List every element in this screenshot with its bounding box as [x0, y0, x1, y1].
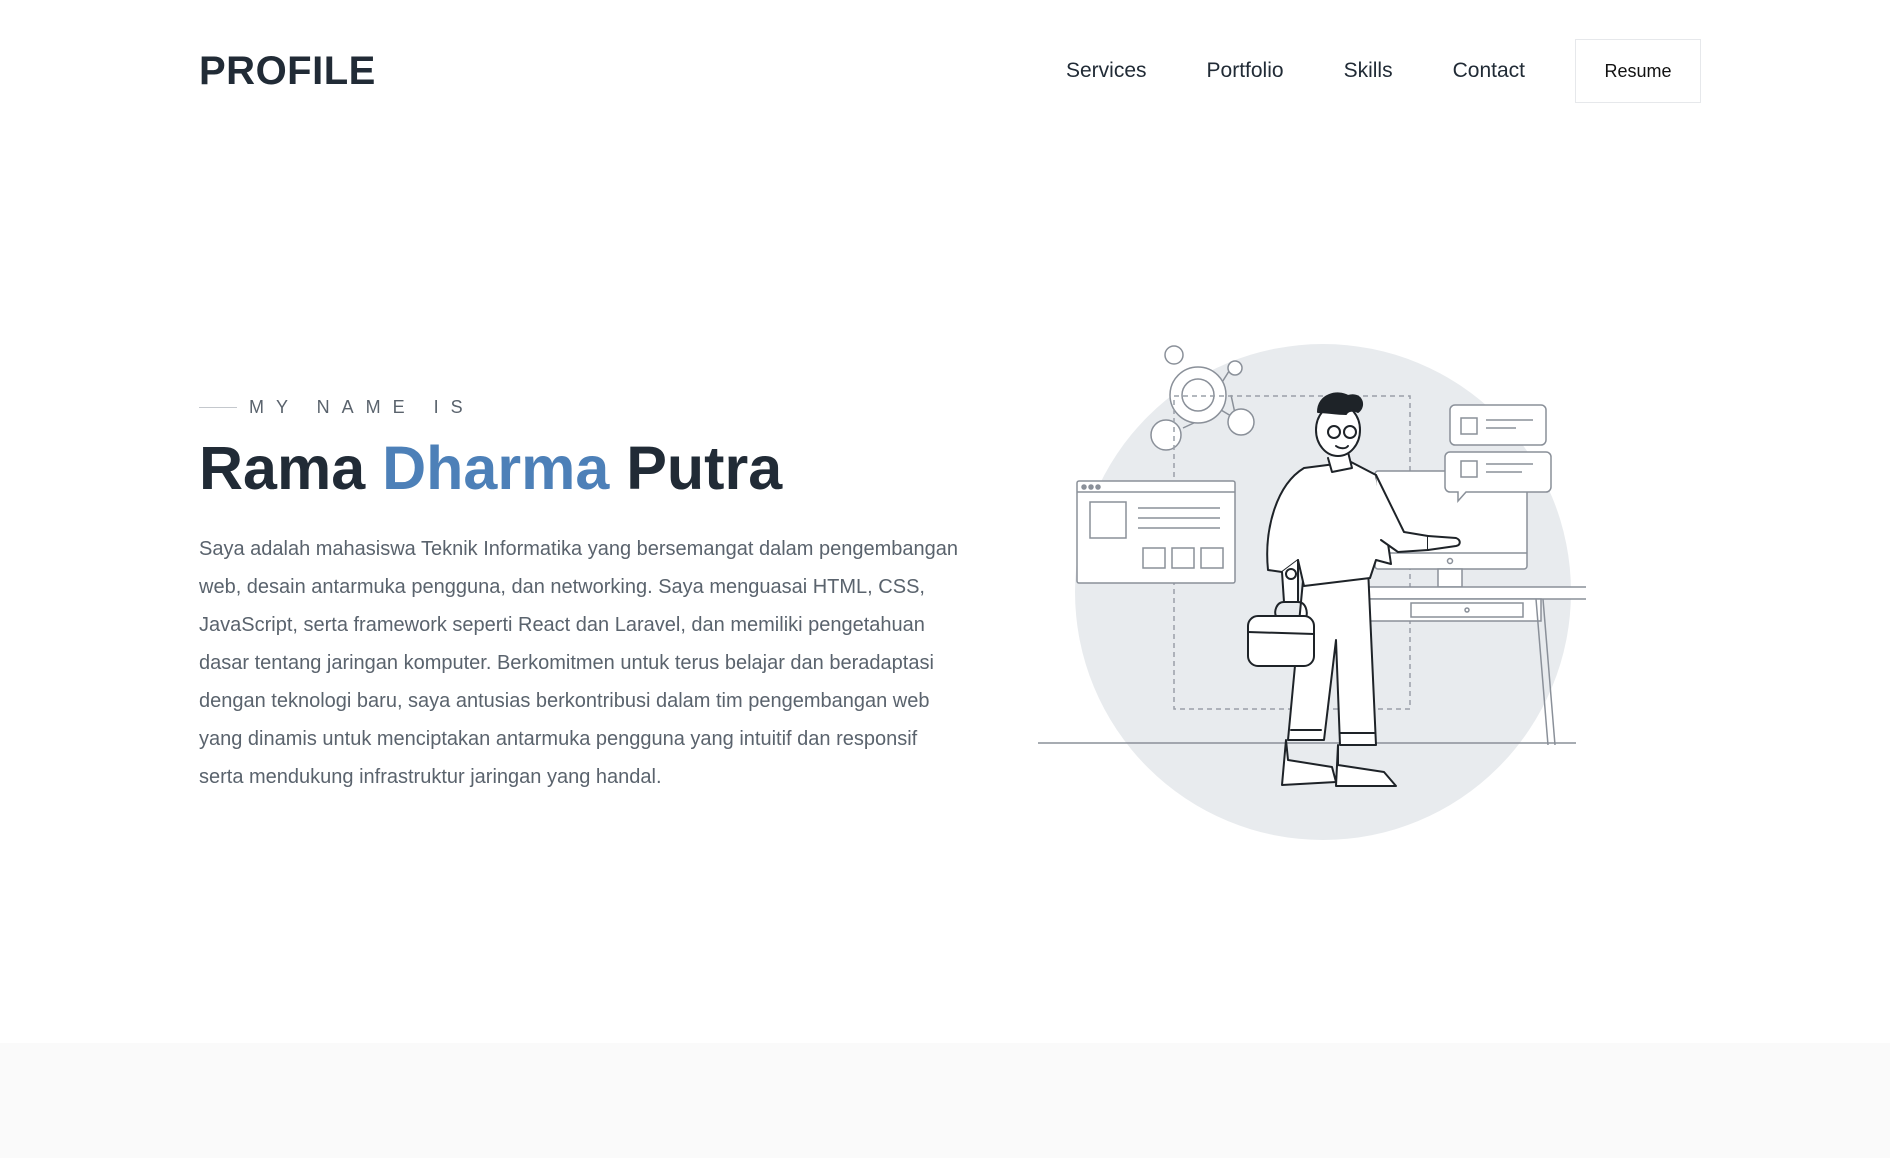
chat-bubble-icon [1444, 404, 1552, 503]
hero-name: Rama Dharma Putra [199, 430, 959, 506]
nav-link-portfolio[interactable]: Portfolio [1207, 40, 1284, 102]
name-middle: Dharma [382, 434, 610, 502]
nav-links: Services Portfolio Skills Contact [1040, 40, 1585, 102]
resume-button[interactable]: Resume [1575, 39, 1701, 103]
brand-logo[interactable]: PROFILE [199, 48, 376, 94]
browser-window-icon [1076, 480, 1236, 584]
eyebrow-divider [199, 406, 237, 408]
nav-link-services[interactable]: Services [1066, 40, 1147, 102]
eyebrow-text: MY NAME IS [249, 396, 475, 417]
hero-description: Saya adalah mahasiswa Teknik Informatika… [199, 538, 958, 788]
eyebrow: MY NAME IS [199, 392, 959, 422]
nav-link-contact[interactable]: Contact [1453, 40, 1525, 102]
footer-band [0, 1043, 1890, 1158]
navbar: PROFILE Services Portfolio Skills Contac… [0, 0, 1890, 142]
developer-illustration [1036, 340, 1591, 850]
name-first: Rama [199, 434, 366, 502]
hero-text: MY NAME IS Rama Dharma Putra Saya adalah… [199, 392, 959, 796]
nav-link-skills[interactable]: Skills [1344, 40, 1393, 102]
name-last: Putra [626, 434, 783, 502]
